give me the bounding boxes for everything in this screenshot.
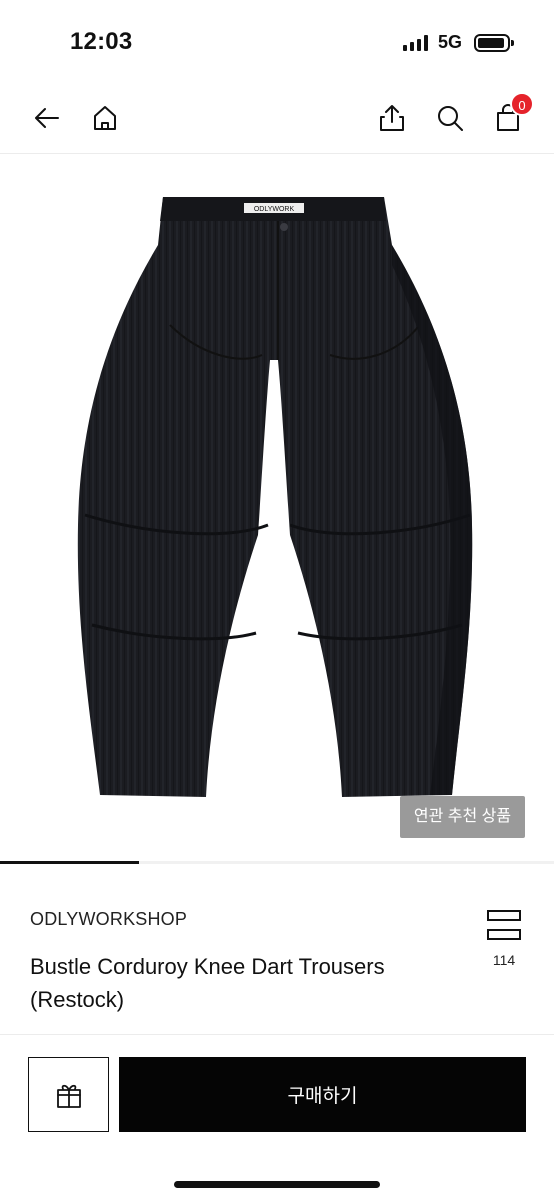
network-label: 5G <box>437 32 462 52</box>
gallery-progress-fill <box>0 861 139 864</box>
signal-icon <box>402 34 428 51</box>
gift-icon <box>56 1084 81 1108</box>
stacked-boxes-icon <box>487 910 521 940</box>
back-arrow-icon <box>35 108 59 128</box>
search-button[interactable] <box>430 98 470 138</box>
gallery-progress <box>0 861 554 864</box>
related-products-button[interactable]: 연관 추천 상품 <box>400 796 525 838</box>
home-icon <box>94 106 116 130</box>
divider <box>0 1034 554 1035</box>
gift-button[interactable] <box>28 1057 109 1132</box>
status-bar: 12:03 5G <box>0 0 554 80</box>
product-image-carousel[interactable]: ODLYWORK 연관 추천 상품 <box>0 155 554 862</box>
cart-count-badge: 0 <box>510 92 534 116</box>
back-button[interactable] <box>27 98 67 138</box>
buy-button[interactable]: 구매하기 <box>119 1057 526 1132</box>
share-button[interactable] <box>372 98 412 138</box>
wish-button[interactable]: 114 <box>482 910 526 968</box>
product-title: Bustle Corduroy Knee Dart Trousers (Rest… <box>30 954 385 1012</box>
brand-name[interactable]: ODLYWORKSHOP <box>30 909 187 930</box>
status-indicators: 5G <box>402 32 514 53</box>
home-indicator <box>174 1181 380 1188</box>
home-button[interactable] <box>85 98 125 138</box>
share-icon <box>380 105 404 131</box>
wish-count: 114 <box>492 952 516 968</box>
search-icon <box>438 106 463 131</box>
cart-button[interactable]: 0 <box>488 92 534 138</box>
status-time: 12:03 <box>70 28 133 55</box>
svg-text:ODLYWORK: ODLYWORK <box>254 206 295 213</box>
top-nav-bar: 0 <box>0 80 554 154</box>
battery-icon <box>474 33 514 52</box>
product-image: ODLYWORK <box>77 197 473 797</box>
